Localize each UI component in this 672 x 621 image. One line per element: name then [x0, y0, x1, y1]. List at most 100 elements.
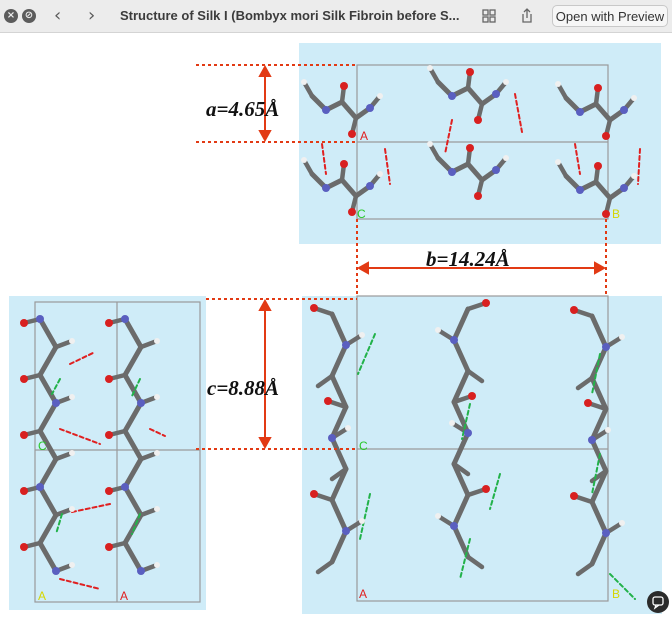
nitrogen-atom	[322, 184, 330, 192]
oxygen-atom	[310, 304, 318, 312]
open-with-preview-button[interactable]: Open with Preview	[552, 5, 668, 27]
nitrogen-atom	[492, 166, 500, 174]
atom-label-left-a2: A	[120, 589, 128, 603]
oxygen-atom	[468, 392, 476, 400]
oxygen-atom	[466, 144, 474, 152]
nitrogen-atom	[576, 186, 584, 194]
oxygen-atom	[474, 116, 482, 124]
hydrogen-atom	[69, 562, 75, 568]
hydrogen-atom	[435, 327, 441, 333]
oxygen-atom	[105, 375, 113, 383]
oxygen-atom	[594, 162, 602, 170]
hydrogen-atom	[449, 420, 455, 426]
nitrogen-atom	[52, 567, 60, 575]
panel-ac-projection	[9, 296, 206, 610]
figure-canvas: a=4.65Å b=14.24Å c=8.88Å A C B C A B C A…	[0, 34, 672, 616]
hydrogen-atom	[301, 157, 307, 163]
silk-structure-figure: a=4.65Å b=14.24Å c=8.88Å A C B C A B C A…	[9, 43, 662, 614]
hydrogen-atom	[154, 450, 160, 456]
oxygen-atom	[20, 487, 28, 495]
oxygen-atom	[602, 210, 610, 218]
nitrogen-atom	[450, 336, 458, 344]
oxygen-atom	[20, 543, 28, 551]
nitrogen-atom	[137, 399, 145, 407]
oxygen-atom	[348, 130, 356, 138]
oxygen-atom	[105, 487, 113, 495]
hydrogen-atom	[69, 450, 75, 456]
window-title: Structure of Silk I (Bombyx mori Silk Fi…	[120, 8, 460, 23]
nitrogen-atom	[620, 106, 628, 114]
nitrogen-atom	[121, 483, 129, 491]
oxygen-atom	[20, 319, 28, 327]
hydrogen-atom	[503, 79, 509, 85]
oxygen-atom	[340, 82, 348, 90]
hydrogen-atom	[631, 173, 637, 179]
atom-label-bottom-b: B	[612, 587, 620, 601]
nitrogen-atom	[448, 168, 456, 176]
nitrogen-atom	[342, 527, 350, 535]
oxygen-atom	[570, 492, 578, 500]
hydrogen-atom	[427, 65, 433, 71]
hydrogen-atom	[619, 334, 625, 340]
oxygen-atom	[105, 319, 113, 327]
oxygen-atom	[584, 399, 592, 407]
back-icon[interactable]: ‹	[54, 5, 61, 26]
atom-label-top-a: A	[360, 129, 368, 143]
hydrogen-atom	[359, 518, 365, 524]
hydrogen-atom	[619, 520, 625, 526]
hydrogen-atom	[377, 93, 383, 99]
oxygen-atom	[324, 397, 332, 405]
oxygen-atom	[602, 132, 610, 140]
nitrogen-atom	[121, 315, 129, 323]
hydrogen-atom	[69, 506, 75, 512]
oxygen-atom	[340, 160, 348, 168]
chat-icon[interactable]	[647, 591, 669, 613]
label-a-dimension: a=4.65Å	[206, 97, 279, 121]
nitrogen-atom	[464, 429, 472, 437]
share-icon[interactable]	[518, 7, 536, 25]
nitrogen-atom	[36, 315, 44, 323]
atom-label-bottom-a: A	[359, 587, 367, 601]
stop-icon[interactable]: ⊘	[22, 9, 36, 23]
hydrogen-atom	[605, 427, 611, 433]
oxygen-atom	[105, 431, 113, 439]
hydrogen-atom	[631, 95, 637, 101]
hydrogen-atom	[427, 141, 433, 147]
atom-label-top-b: B	[612, 207, 620, 221]
oxygen-atom	[474, 192, 482, 200]
close-icon[interactable]: ×	[4, 9, 18, 23]
hydrogen-atom	[345, 425, 351, 431]
hydrogen-atom	[555, 159, 561, 165]
nitrogen-atom	[576, 108, 584, 116]
hydrogen-atom	[377, 171, 383, 177]
atom-label-bottom-c: C	[359, 439, 368, 453]
atom-label-top-c: C	[357, 207, 366, 221]
oxygen-atom	[348, 208, 356, 216]
oxygen-atom	[570, 306, 578, 314]
nitrogen-atom	[328, 434, 336, 442]
nitrogen-atom	[450, 522, 458, 530]
grid-icon[interactable]	[480, 7, 498, 25]
hydrogen-atom	[69, 338, 75, 344]
nitrogen-atom	[366, 104, 374, 112]
hydrogen-atom	[69, 394, 75, 400]
hydrogen-atom	[503, 155, 509, 161]
hydrogen-atom	[359, 332, 365, 338]
hydrogen-atom	[301, 79, 307, 85]
hydrogen-atom	[154, 506, 160, 512]
oxygen-atom	[20, 431, 28, 439]
nitrogen-atom	[492, 90, 500, 98]
nitrogen-atom	[448, 92, 456, 100]
label-c-dimension: c=8.88Å	[207, 376, 279, 400]
nitrogen-atom	[137, 567, 145, 575]
oxygen-atom	[482, 299, 490, 307]
hydrogen-atom	[154, 338, 160, 344]
forward-icon[interactable]: ›	[88, 5, 95, 26]
nitrogen-atom	[602, 529, 610, 537]
label-b-dimension: b=14.24Å	[426, 247, 510, 271]
hydrogen-atom	[555, 81, 561, 87]
oxygen-atom	[105, 543, 113, 551]
nitrogen-atom	[366, 182, 374, 190]
hydrogen-atom	[435, 513, 441, 519]
nitrogen-atom	[52, 399, 60, 407]
